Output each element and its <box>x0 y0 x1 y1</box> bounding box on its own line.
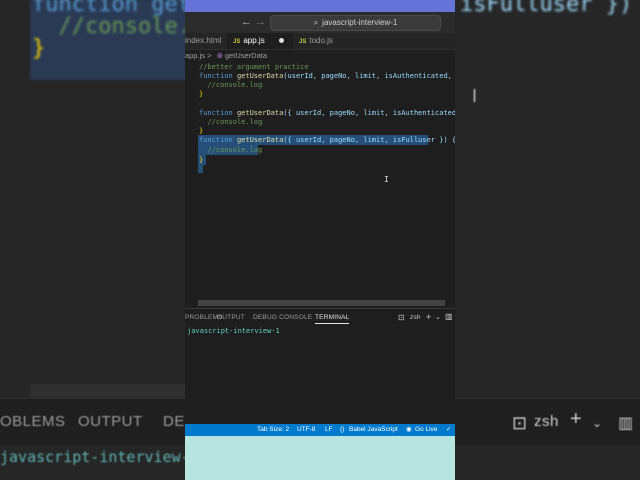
braces-icon: {} <box>340 426 345 433</box>
back-arrow-icon[interactable]: ← <box>241 16 252 28</box>
terminal-icon: ⊡ <box>398 313 405 322</box>
tab-terminal[interactable]: TERMINAL <box>315 314 350 324</box>
bg-code-brace: } <box>32 36 46 61</box>
chevron-down-icon[interactable]: ⌄ <box>435 313 441 321</box>
breadcrumb: app.js > ⊛ getUserData <box>185 49 455 62</box>
code-keyword: function <box>199 72 233 80</box>
breadcrumb-symbol[interactable]: getUserData <box>225 51 267 60</box>
selection-highlight <box>198 165 203 173</box>
forward-arrow-icon[interactable]: → <box>255 16 266 28</box>
bg-scrollbar <box>30 384 190 398</box>
code-line-selected: function getUserData({ userId, pageNo, l… <box>199 135 455 145</box>
code-keyword: function <box>199 109 233 117</box>
breadcrumb-file[interactable]: app.js <box>185 51 205 60</box>
status-go-live[interactable]: Go Live <box>415 424 437 436</box>
status-tab-size[interactable]: Tab Size: 2 <box>257 424 289 436</box>
split-layout-icon[interactable]: ▥ <box>445 312 453 321</box>
title-bar: ← → ⌕ javascript-interview-1 <box>185 0 455 34</box>
bg-terminal-icon: ⊡ <box>512 413 528 433</box>
code-line: //console.log <box>199 80 262 90</box>
code-comment: //console.log <box>207 118 263 126</box>
status-bar: Tab Size: 2 UTF-8 LF {} Babel JavaScript… <box>185 424 455 436</box>
broadcast-icon: ◉ <box>406 426 412 433</box>
top-color-strip <box>185 0 455 12</box>
bg-code-line-right: isFulluser }) { <box>460 0 640 17</box>
horizontal-scrollbar[interactable] <box>198 300 445 306</box>
bg-tab-output: OUTPUT <box>78 413 143 430</box>
code-comment: //console.log <box>207 81 263 89</box>
bg-plus-icon: + <box>570 408 583 430</box>
workspace-name: javascript-interview-1 <box>322 18 398 27</box>
status-eol[interactable]: LF <box>325 424 333 436</box>
code-params: ({ userId, pageNo, limit, isAuthenticate… <box>283 109 455 117</box>
mouse-text-cursor-icon: I <box>384 175 389 184</box>
code-params: ({ userId, pageNo, limit, isFulluser }) … <box>283 136 455 144</box>
bg-layout-icon: ▥ <box>618 415 634 432</box>
code-keyword: function <box>199 136 233 144</box>
code-line: } <box>199 89 203 99</box>
unsaved-dot-icon <box>279 38 284 43</box>
panel-tabs: PROBLEMS OUTPUT DEBUG CONSOLE TERMINAL ⊡… <box>185 308 455 327</box>
check-icon: ✓ <box>446 426 452 433</box>
bg-chevron-icon: ⌄ <box>592 416 603 430</box>
vscode-window: ← → ⌕ javascript-interview-1 index.html J… <box>185 0 455 480</box>
plus-icon[interactable]: + <box>426 312 431 322</box>
code-line-selected: //console.log <box>199 145 262 155</box>
code-line: //console.log <box>199 117 262 127</box>
tab-label: app.js <box>243 36 265 45</box>
code-brace: } <box>199 90 204 98</box>
command-center-search[interactable]: ⌕ javascript-interview-1 <box>270 15 441 31</box>
terminal-prompt[interactable]: javascript-interview-1 <box>187 327 280 335</box>
code-brace: } <box>199 127 204 135</box>
bg-shell-label: zsh <box>534 413 559 430</box>
code-function: getUserData <box>236 109 284 117</box>
code-function: getUserData <box>236 72 284 80</box>
tab-output[interactable]: OUTPUT <box>217 314 245 321</box>
code-comment: //better argument practice <box>199 63 309 71</box>
status-language[interactable]: Babel JavaScript <box>349 424 398 436</box>
bg-tab-problems: OBLEMS <box>0 413 66 430</box>
bottom-area <box>185 436 455 480</box>
tab-debug-console[interactable]: DEBUG CONSOLE <box>253 314 312 321</box>
code-brace: } <box>199 156 204 164</box>
bg-terminal-prompt: javascript-interview-1 <box>0 448 199 466</box>
code-line-selected: } <box>199 155 203 165</box>
status-encoding[interactable]: UTF-8 <box>297 424 315 436</box>
breadcrumb-separator: > <box>207 51 212 60</box>
bg-text-cursor-icon: I <box>472 86 478 106</box>
js-file-icon: JS <box>299 39 307 45</box>
search-icon: ⌕ <box>313 18 319 27</box>
tab-app-js[interactable]: JS app.js <box>227 33 293 49</box>
code-editor[interactable]: //better argument practice function getU… <box>185 62 455 302</box>
function-symbol-icon: ⊛ <box>216 51 223 60</box>
tab-index-html[interactable]: index.html <box>185 33 225 49</box>
editor-tabs: index.html JS app.js JS todo.js <box>185 33 455 50</box>
code-params: (userId, pageNo, limit, isAuthenticated,… <box>283 72 452 80</box>
code-function: getUserData <box>236 136 284 144</box>
code-comment: //console.log <box>207 146 263 154</box>
tab-todo-js[interactable]: JS todo.js <box>293 33 359 49</box>
tab-label: todo.js <box>309 36 333 45</box>
js-file-icon: JS <box>233 39 241 45</box>
shell-label[interactable]: zsh <box>410 314 421 321</box>
tab-label: index.html <box>185 36 222 45</box>
